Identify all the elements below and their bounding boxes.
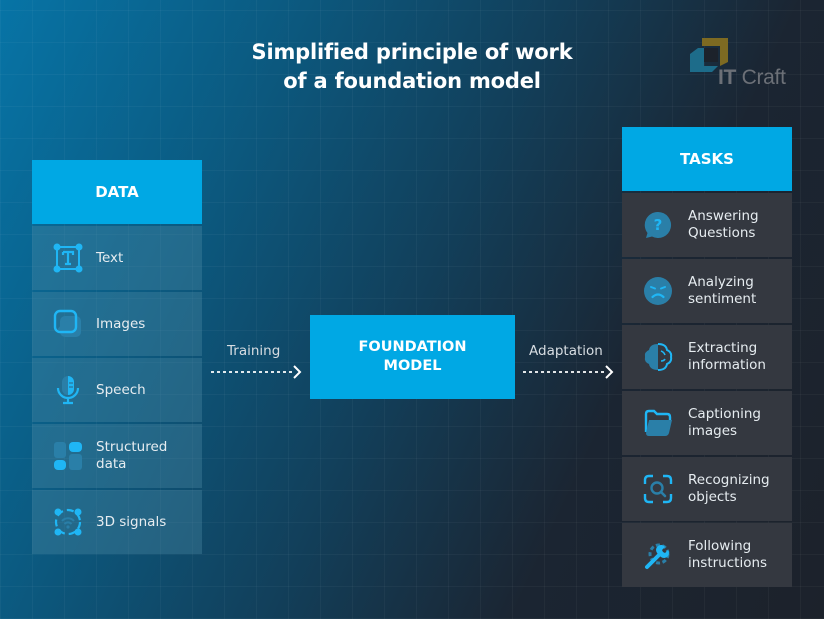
task-item-label: Recognizing objects <box>688 472 770 505</box>
adaptation-arrow-icon <box>523 365 614 379</box>
folder-icon <box>642 407 674 439</box>
brain-icon <box>642 341 674 373</box>
task-item-label: Analyzing sentiment <box>688 274 757 307</box>
task-item-captioning-images: Captioning images <box>622 391 792 455</box>
svg-text:?: ? <box>654 216 663 234</box>
foundation-model-box: FOUNDATION MODEL <box>310 315 515 399</box>
question-bubble-icon: ? <box>642 209 674 241</box>
task-item-extracting-information: Extracting information <box>622 325 792 389</box>
task-item-answering-questions: ? Answering Questions <box>622 193 792 257</box>
task-item-label: Following instructions <box>688 538 768 571</box>
grid-blocks-icon <box>52 440 84 472</box>
diagram-title: Simplified principle of work of a founda… <box>251 40 573 93</box>
text-box-icon <box>52 242 84 274</box>
data-item-label: Structured data <box>96 439 168 472</box>
microphone-icon <box>52 374 84 406</box>
task-item-recognizing-objects: Recognizing objects <box>622 457 792 521</box>
task-item-label: Captioning images <box>688 406 762 439</box>
training-arrow-icon <box>211 365 302 379</box>
data-item-label: 3D signals <box>96 513 167 530</box>
sad-face-icon <box>642 275 674 307</box>
itcraft-logo: IT Craft <box>688 36 798 90</box>
task-item-following-instructions: Following instructions <box>622 523 792 587</box>
data-item-label: Text <box>96 249 124 266</box>
tasks-column: TASKS ? Answering Questions Analyzing se… <box>622 127 792 589</box>
logo-text: IT Craft <box>718 66 786 90</box>
data-item-label: Images <box>96 315 146 332</box>
data-item-3d-signals: 3D signals <box>32 490 202 554</box>
tasks-header: TASKS <box>622 127 792 191</box>
data-item-speech: Speech <box>32 358 202 422</box>
logo-text-bold: IT <box>718 66 737 89</box>
data-item-structured-data: Structured data <box>32 424 202 488</box>
images-icon <box>52 308 84 340</box>
data-item-images: Images <box>32 292 202 356</box>
data-column: DATA Text Images Speech Structured data … <box>32 160 202 556</box>
scan-search-icon <box>642 473 674 505</box>
signal-network-icon <box>52 506 84 538</box>
task-item-label: Answering Questions <box>688 208 759 241</box>
task-item-label: Extracting information <box>688 340 766 373</box>
adaptation-label: Adaptation <box>529 343 603 359</box>
training-label: Training <box>227 343 281 359</box>
data-item-label: Speech <box>96 381 146 398</box>
task-item-analyzing-sentiment: Analyzing sentiment <box>622 259 792 323</box>
logo-text-regular: Craft <box>736 66 786 89</box>
data-item-text: Text <box>32 226 202 290</box>
gear-wrench-icon <box>642 539 674 571</box>
data-header: DATA <box>32 160 202 224</box>
